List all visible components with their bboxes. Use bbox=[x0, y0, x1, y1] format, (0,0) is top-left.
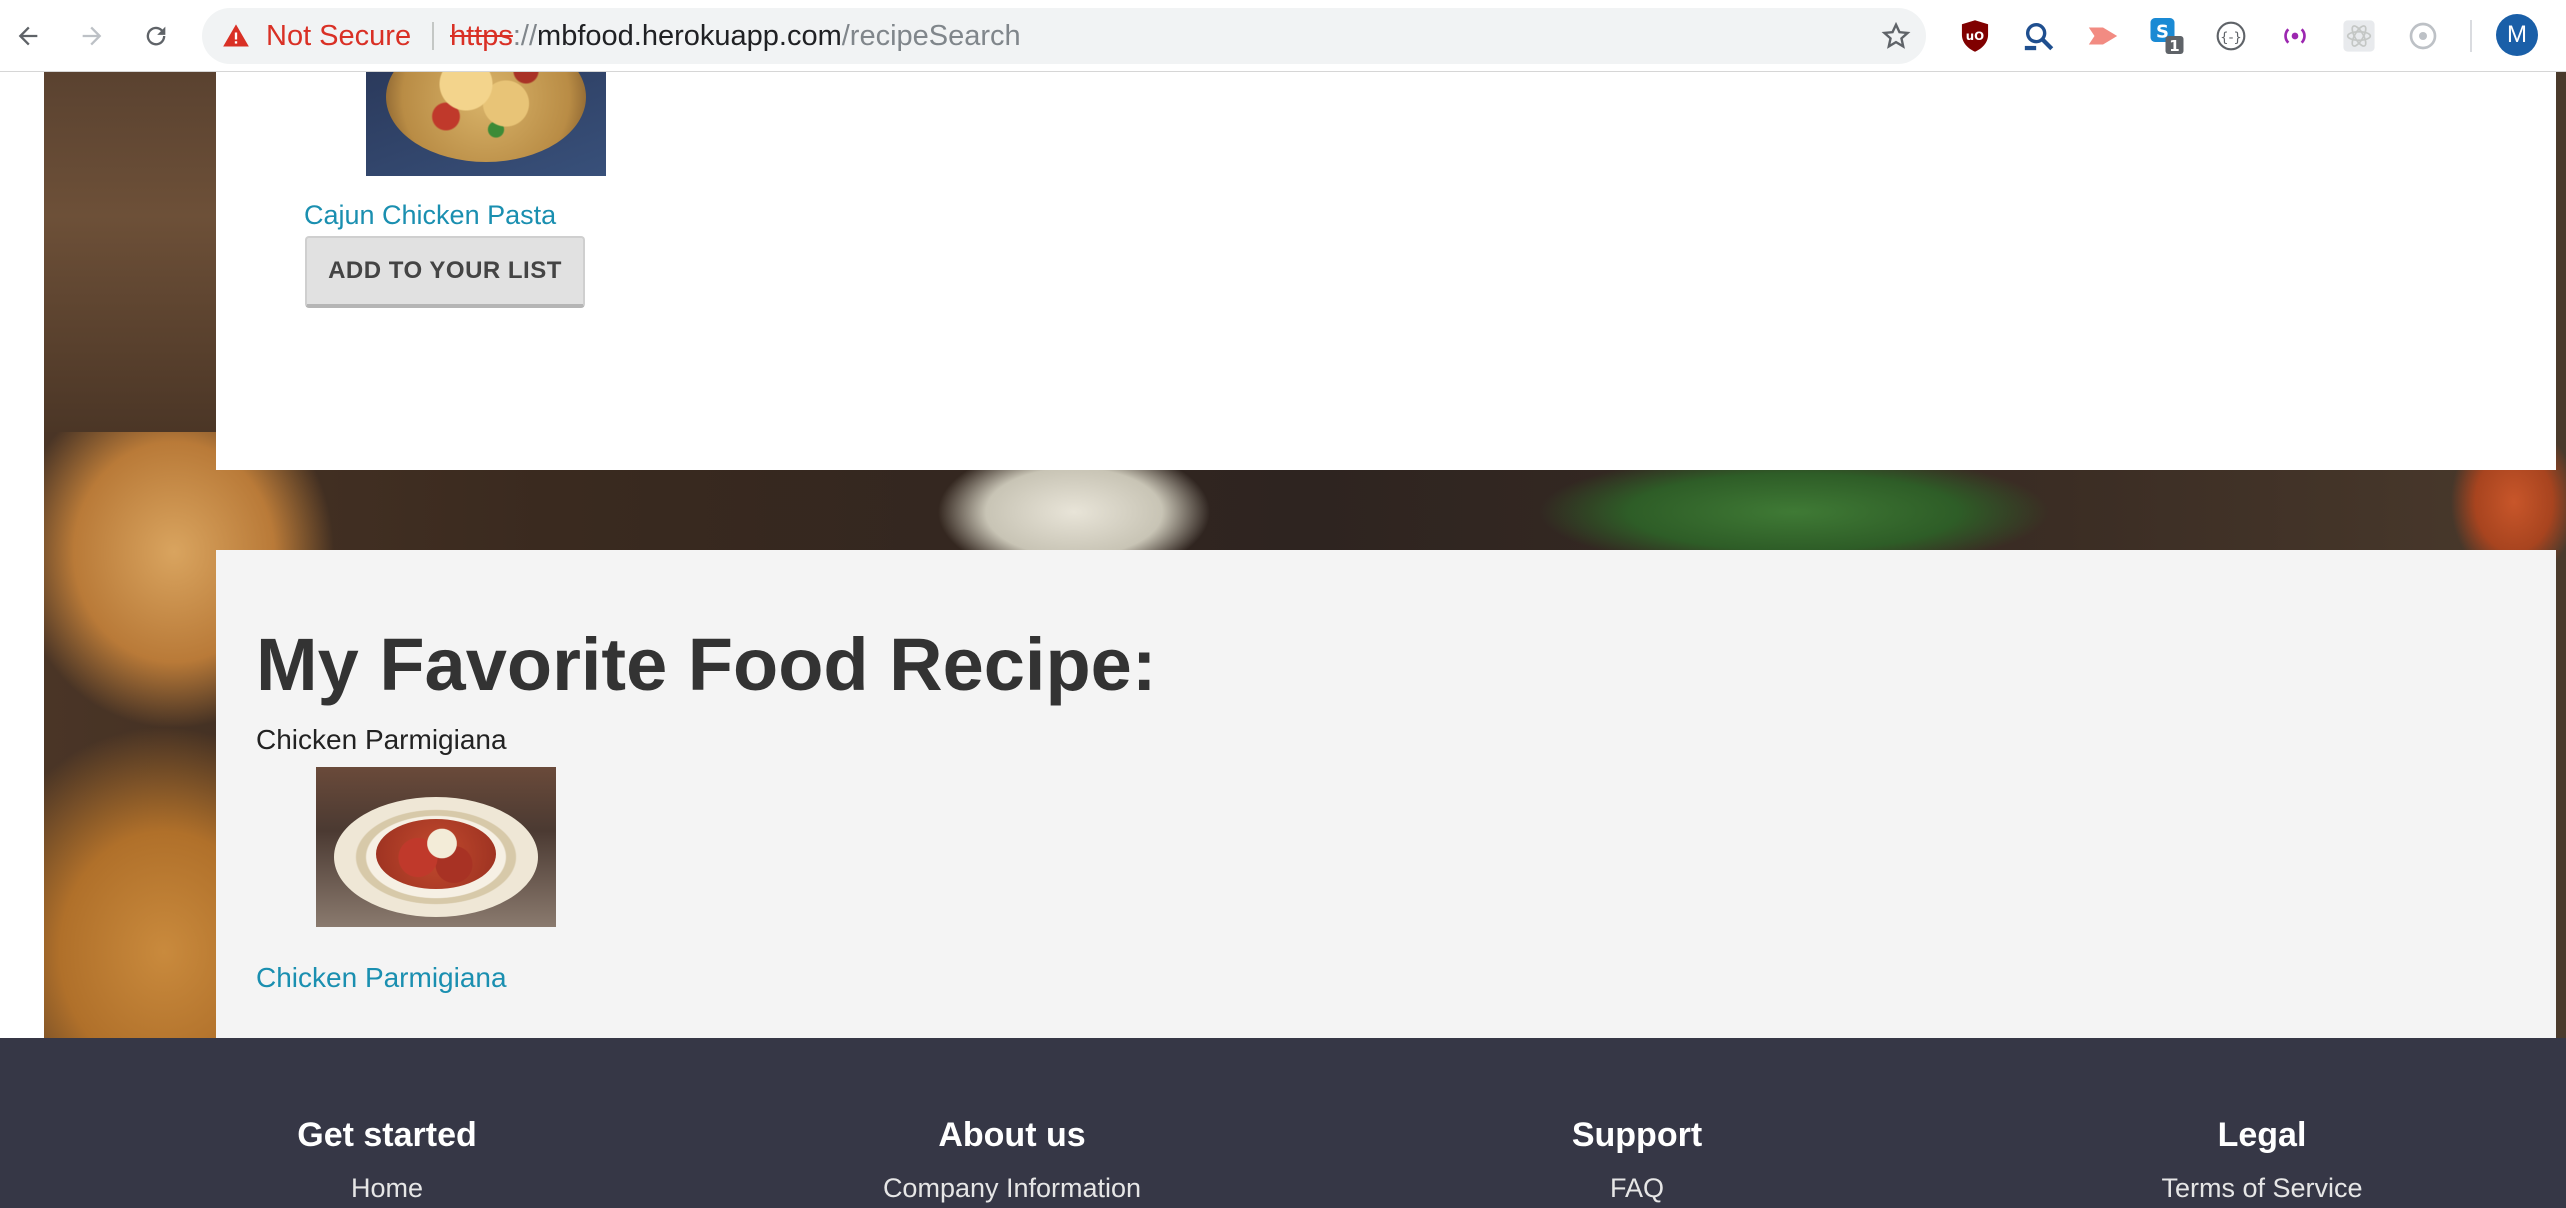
footer-column-about-us: About us Company Information bbox=[802, 1038, 1222, 1204]
reload-icon bbox=[146, 26, 166, 46]
ublock-origin-icon[interactable]: uO bbox=[1953, 14, 1997, 58]
recipe-link-cajun-chicken-pasta[interactable]: Cajun Chicken Pasta bbox=[304, 200, 556, 231]
send-arrow-icon[interactable] bbox=[2081, 14, 2125, 58]
search-magnifier-icon[interactable] bbox=[2017, 14, 2061, 58]
skype-icon[interactable]: S 1 bbox=[2145, 14, 2189, 58]
favorite-recipe-name: Chicken Parmigiana bbox=[256, 724, 507, 755]
url-text[interactable]: https://mbfood.herokuapp.com/recipeSearc… bbox=[450, 8, 1021, 64]
forward-arrow-icon bbox=[82, 26, 102, 46]
footer-title: Legal bbox=[2217, 1116, 2307, 1154]
footer-title: Get started bbox=[297, 1116, 477, 1154]
favorite-recipe-panel: My Favorite Food Recipe: Chicken Parmigi… bbox=[216, 550, 2556, 1038]
json-viewer-icon[interactable]: {-} bbox=[2209, 14, 2253, 58]
recipe-image-chicken-parmigiana[interactable] bbox=[316, 767, 556, 927]
address-bar[interactable]: Not Secure https://mbfood.herokuapp.com/… bbox=[202, 8, 1926, 64]
url-host: mbfood.herokuapp.com bbox=[537, 20, 842, 52]
reload-button[interactable] bbox=[134, 14, 178, 58]
browser-toolbar: Not Secure https://mbfood.herokuapp.com/… bbox=[0, 0, 2566, 72]
warning-triangle-icon bbox=[223, 24, 249, 47]
security-label[interactable]: Not Secure bbox=[266, 8, 411, 64]
site-footer: Get started Home About us Company Inform… bbox=[0, 1038, 2566, 1208]
omnibox-divider bbox=[432, 22, 434, 50]
footer-link-terms-of-service[interactable]: Terms of Service bbox=[2052, 1173, 2472, 1204]
footer-link-company-information[interactable]: Company Information bbox=[802, 1173, 1222, 1204]
footer-link-home[interactable]: Home bbox=[177, 1173, 597, 1204]
footer-column-get-started: Get started Home bbox=[177, 1038, 597, 1204]
footer-column-support: Support FAQ bbox=[1427, 1038, 1847, 1204]
url-separator: :// bbox=[512, 20, 538, 52]
broadcast-icon[interactable] bbox=[2273, 14, 2317, 58]
svg-text:{-}: {-} bbox=[2220, 30, 2242, 45]
add-to-list-button[interactable]: ADD TO YOUR LIST bbox=[305, 236, 585, 308]
profile-avatar[interactable]: M bbox=[2496, 14, 2538, 56]
recipe-link-chicken-parmigiana[interactable]: Chicken Parmigiana bbox=[256, 962, 507, 994]
footer-title: About us bbox=[938, 1116, 1086, 1154]
back-arrow-icon bbox=[18, 26, 38, 46]
react-devtools-icon[interactable] bbox=[2337, 14, 2381, 58]
refresh-extension-icon[interactable] bbox=[2401, 14, 2445, 58]
pasta-illustration bbox=[386, 72, 586, 162]
footer-column-legal: Legal Terms of Service bbox=[2052, 1038, 2472, 1204]
back-button[interactable] bbox=[6, 14, 50, 58]
page-viewport: Cajun Chicken Pasta ADD TO YOUR LIST My … bbox=[0, 72, 2566, 1208]
sauce-illustration bbox=[376, 819, 496, 889]
bookmark-star-icon[interactable] bbox=[1880, 20, 1912, 52]
toolbar-separator bbox=[2470, 20, 2472, 52]
url-scheme: https bbox=[450, 20, 513, 52]
favorite-heading: My Favorite Food Recipe: bbox=[256, 623, 1157, 706]
background-wood-strip bbox=[44, 72, 216, 432]
recipe-image-cajun-chicken-pasta[interactable] bbox=[366, 72, 606, 176]
svg-text:uO: uO bbox=[1966, 29, 1984, 43]
forward-button[interactable] bbox=[70, 14, 114, 58]
footer-title: Support bbox=[1571, 1116, 1703, 1154]
url-path: /recipeSearch bbox=[841, 20, 1021, 52]
footer-link-faq[interactable]: FAQ bbox=[1427, 1173, 1847, 1204]
extension-badge: 1 bbox=[2169, 37, 2179, 55]
